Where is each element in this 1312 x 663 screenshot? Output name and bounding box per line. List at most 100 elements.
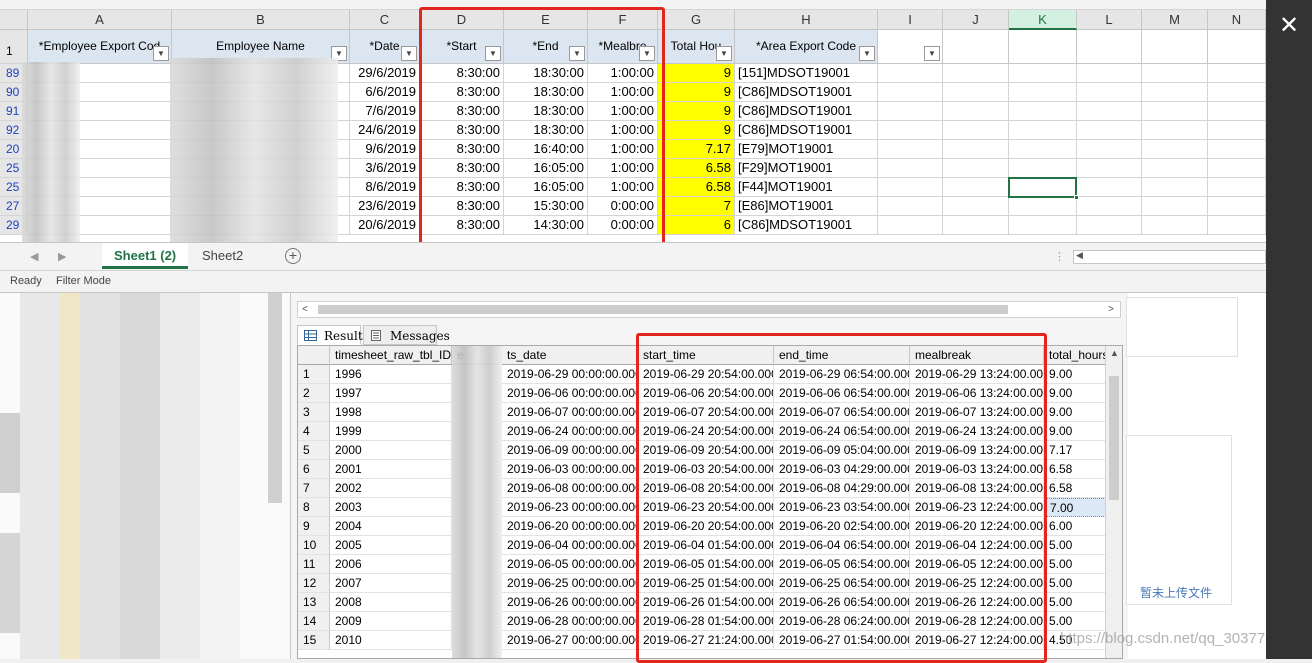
result-cell[interactable]: 1998: [330, 403, 452, 422]
result-cell[interactable]: 2019-06-20 20:54:00.000: [638, 517, 774, 536]
result-cell[interactable]: 2019-06-08 20:54:00.000: [638, 479, 774, 498]
header-cell-m[interactable]: [1142, 30, 1208, 64]
result-column-timesheet-raw-tbl-ID[interactable]: timesheet_raw_tbl_ID: [330, 346, 452, 365]
result-cell[interactable]: 2019-06-29 06:54:00.000: [774, 365, 910, 384]
cell-total[interactable]: 7.17: [658, 140, 735, 159]
result-cell[interactable]: 1996: [330, 365, 452, 384]
cell-date[interactable]: 23/6/2019: [350, 197, 420, 216]
result-cell[interactable]: 2019-06-26 01:54:00.000: [638, 593, 774, 612]
plus-icon[interactable]: +: [285, 248, 301, 264]
result-cell[interactable]: 2019-06-03 20:54:00.000: [638, 460, 774, 479]
result-row-number[interactable]: 8: [298, 498, 330, 517]
result-row-number[interactable]: 3: [298, 403, 330, 422]
header-cell-g[interactable]: Total Hou ▼: [658, 30, 735, 64]
cell-start[interactable]: 8:30:00: [420, 178, 504, 197]
result-cell[interactable]: 2019-06-25 01:54:00.000: [638, 574, 774, 593]
result-cell[interactable]: 2019-06-20 12:24:00.000: [910, 517, 1044, 536]
cell[interactable]: [878, 121, 943, 140]
cell-meal[interactable]: 0:00:00: [588, 216, 658, 235]
close-icon[interactable]: ✕: [1271, 8, 1307, 44]
cell-area[interactable]: [E79]MOT19001: [735, 140, 878, 159]
filter-dropdown-icon[interactable]: ▼: [485, 46, 501, 61]
cell[interactable]: [943, 140, 1009, 159]
cell[interactable]: [1077, 83, 1142, 102]
result-cell[interactable]: 2019-06-08 13:24:00.000: [910, 479, 1044, 498]
result-cell[interactable]: 2019-06-20 00:00:00.000: [502, 517, 638, 536]
cell[interactable]: [943, 102, 1009, 121]
column-header-c[interactable]: C: [350, 10, 420, 30]
cell-area[interactable]: [E86]MOT19001: [735, 197, 878, 216]
header-cell-e[interactable]: *End ▼: [504, 30, 588, 64]
cell-area[interactable]: [C86]MDSOT19001: [735, 216, 878, 235]
scroll-right-icon[interactable]: >: [1108, 302, 1114, 317]
row-header-1[interactable]: 1: [0, 30, 28, 64]
column-header-n[interactable]: N: [1208, 10, 1266, 30]
cell[interactable]: [1208, 159, 1266, 178]
results-grid[interactable]: timesheet_raw_tbl_IDets_datestart_timeen…: [297, 345, 1123, 659]
cell-date[interactable]: 29/6/2019: [350, 64, 420, 83]
result-cell[interactable]: 2009: [330, 612, 452, 631]
column-header-f[interactable]: F: [588, 10, 658, 30]
result-cell[interactable]: 2019-06-26 12:24:00.000: [910, 593, 1044, 612]
result-cell[interactable]: 2019-06-28 00:00:00.000: [502, 612, 638, 631]
filter-dropdown-icon[interactable]: ▼: [859, 46, 875, 61]
hscroll-thumb[interactable]: [318, 305, 1008, 314]
cell-date[interactable]: 3/6/2019: [350, 159, 420, 178]
cell-date[interactable]: 24/6/2019: [350, 121, 420, 140]
result-cell[interactable]: 2006: [330, 555, 452, 574]
cell[interactable]: [943, 178, 1009, 197]
cell-end[interactable]: 16:05:00: [504, 159, 588, 178]
cell[interactable]: [1142, 216, 1208, 235]
result-cell[interactable]: 2019-06-04 12:24:00.000: [910, 536, 1044, 555]
filter-dropdown-icon[interactable]: ▼: [924, 46, 940, 61]
cell[interactable]: [943, 64, 1009, 83]
cell-end[interactable]: 14:30:00: [504, 216, 588, 235]
filter-dropdown-icon[interactable]: ▼: [716, 46, 732, 61]
cell-date[interactable]: 20/6/2019: [350, 216, 420, 235]
cell[interactable]: [878, 159, 943, 178]
cell-start[interactable]: 8:30:00: [420, 64, 504, 83]
cell[interactable]: [1009, 140, 1077, 159]
result-cell[interactable]: 2002: [330, 479, 452, 498]
filter-dropdown-icon[interactable]: ▼: [639, 46, 655, 61]
cell[interactable]: [1208, 64, 1266, 83]
filter-dropdown-icon[interactable]: ▼: [153, 46, 169, 61]
result-row-number[interactable]: 10: [298, 536, 330, 555]
result-cell[interactable]: 2019-06-24 06:54:00.000: [774, 422, 910, 441]
result-cell[interactable]: 2019-06-05 12:24:00.000: [910, 555, 1044, 574]
sheet-nav-next-icon[interactable]: ▶: [58, 250, 66, 263]
select-all-corner[interactable]: [0, 10, 28, 30]
header-cell-j[interactable]: [943, 30, 1009, 64]
cell-start[interactable]: 8:30:00: [420, 121, 504, 140]
result-cell[interactable]: 2019-06-26 00:00:00.000: [502, 593, 638, 612]
result-row-number[interactable]: 15: [298, 631, 330, 650]
column-header-g[interactable]: G: [658, 10, 735, 30]
cell-total[interactable]: 9: [658, 102, 735, 121]
result-cell[interactable]: 2019-06-29 13:24:00.000: [910, 365, 1044, 384]
results-vscrollbar[interactable]: ▲: [1105, 346, 1122, 658]
cell-area[interactable]: [F44]MOT19001: [735, 178, 878, 197]
result-cell[interactable]: 2019-06-23 00:00:00.000: [502, 498, 638, 517]
header-cell-h[interactable]: *Area Export Code ▼: [735, 30, 878, 64]
cell-meal[interactable]: 1:00:00: [588, 178, 658, 197]
cell[interactable]: [1009, 121, 1077, 140]
column-header-h[interactable]: H: [735, 10, 878, 30]
filter-dropdown-icon[interactable]: ▼: [569, 46, 585, 61]
result-cell[interactable]: 2010: [330, 631, 452, 650]
result-row-number[interactable]: 2: [298, 384, 330, 403]
result-row-number[interactable]: 4: [298, 422, 330, 441]
cell[interactable]: [1208, 216, 1266, 235]
cell[interactable]: [1142, 83, 1208, 102]
cell-meal[interactable]: 1:00:00: [588, 64, 658, 83]
result-column-ts-date[interactable]: ts_date: [502, 346, 638, 365]
header-cell-f[interactable]: *Mealbre ▼: [588, 30, 658, 64]
header-cell-n[interactable]: [1208, 30, 1266, 64]
cell-total[interactable]: 6: [658, 216, 735, 235]
cell[interactable]: [1009, 159, 1077, 178]
cell-meal[interactable]: 1:00:00: [588, 159, 658, 178]
cell-start[interactable]: 8:30:00: [420, 216, 504, 235]
cell-start[interactable]: 8:30:00: [420, 140, 504, 159]
cell[interactable]: [943, 121, 1009, 140]
result-cell[interactable]: 2004: [330, 517, 452, 536]
result-cell[interactable]: 2005: [330, 536, 452, 555]
